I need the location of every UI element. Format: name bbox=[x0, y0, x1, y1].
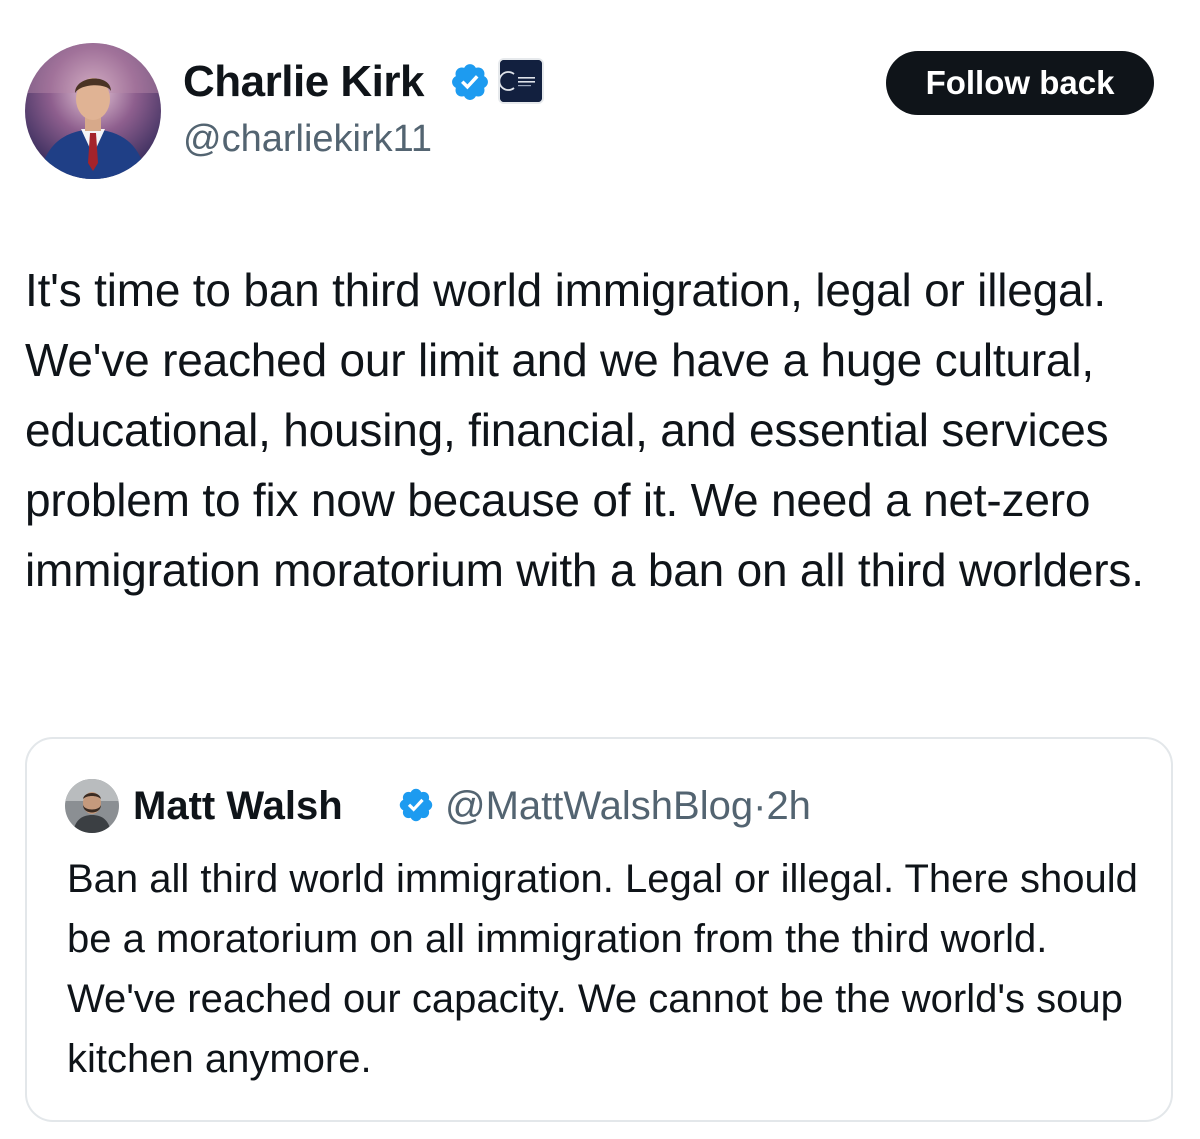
quoted-author-display-name[interactable]: Matt Walsh bbox=[133, 782, 343, 830]
affiliation-badge-icon[interactable] bbox=[498, 58, 544, 104]
quoted-tweet-card[interactable]: Matt Walsh @MattWalshBlog·2h Ban all thi… bbox=[25, 737, 1173, 1122]
quoted-avatar-image bbox=[65, 779, 119, 833]
verified-badge-icon bbox=[452, 64, 488, 100]
author-display-name[interactable]: Charlie Kirk bbox=[183, 56, 424, 108]
meta-separator: · bbox=[753, 784, 767, 828]
author-avatar[interactable] bbox=[25, 43, 161, 179]
author-handle[interactable]: @charliekirk11 bbox=[183, 116, 432, 162]
follow-back-button[interactable]: Follow back bbox=[886, 51, 1154, 115]
quoted-author-handle[interactable]: @MattWalshBlog bbox=[445, 784, 753, 828]
quoted-verified-badge-icon bbox=[399, 788, 433, 822]
quoted-tweet-text: Ban all third world immigration. Legal o… bbox=[67, 857, 1138, 1081]
quoted-tweet-time[interactable]: 2h bbox=[766, 784, 811, 828]
quoted-author-meta: @MattWalshBlog·2h bbox=[445, 782, 811, 830]
tweet-text: It's time to ban third world immigration… bbox=[25, 264, 1144, 596]
quoted-author-avatar[interactable] bbox=[65, 779, 119, 833]
avatar-image bbox=[25, 43, 161, 179]
turning-point-logo-icon bbox=[500, 60, 542, 102]
